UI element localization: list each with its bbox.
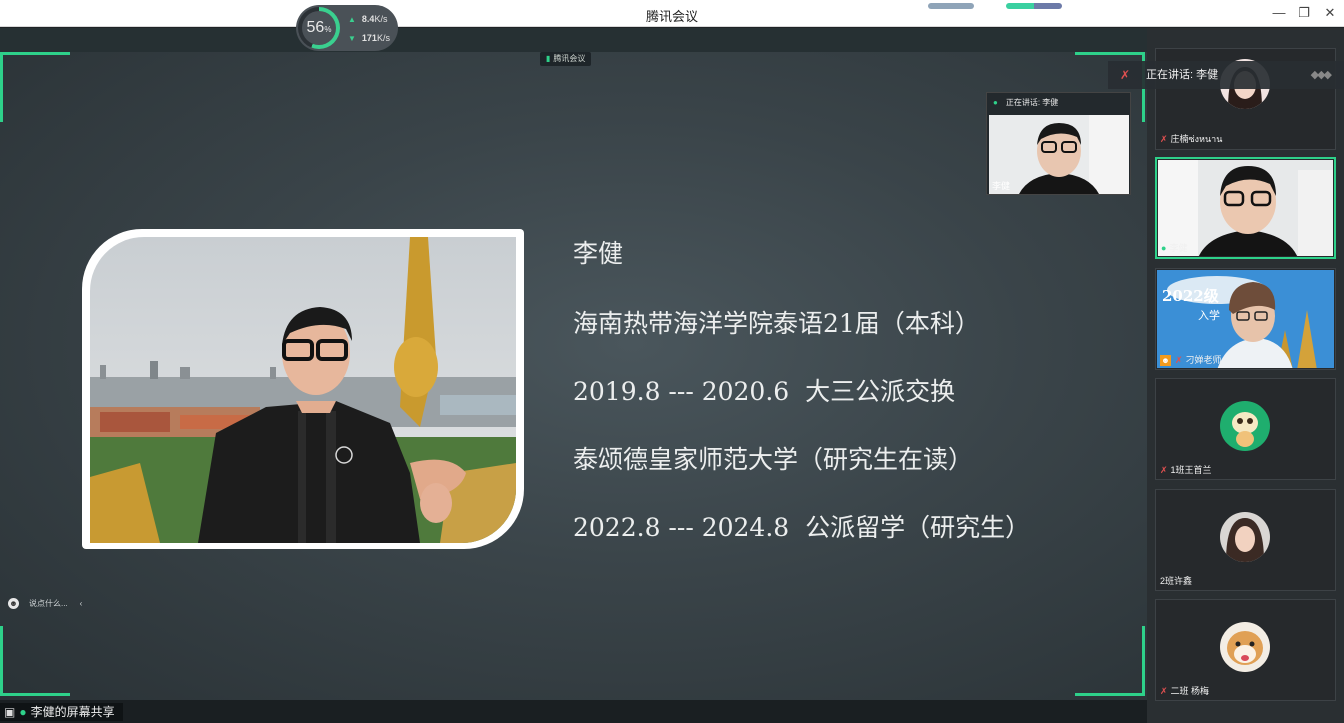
poster-title: 2022级 (1162, 287, 1219, 305)
pip-name-label: 李健 (992, 181, 1011, 191)
slide-line-study-abroad: 2022.8 --- 2024.8 公派留学（研究生） (573, 513, 1031, 542)
mic-on-icon: ● (1161, 243, 1167, 253)
participant-avatar (1220, 512, 1270, 562)
upload-unit: K/s (374, 14, 388, 24)
mic-muted-icon: ✗ (1120, 68, 1131, 82)
participant-name: 2班许鑫 (1160, 576, 1193, 586)
minimize-button[interactable]: — (1267, 3, 1291, 23)
participant-name: ✗ 二班 杨梅 (1160, 686, 1210, 696)
title-bar: 腾讯会议 — ❐ ✕ (0, 0, 1344, 27)
share-frame-corner (1075, 626, 1145, 696)
host-icon: ☻ (1160, 355, 1171, 366)
participant-name: ✗ 1班王首兰 (1160, 465, 1212, 475)
participant-tile[interactable]: ✗ 1班王首兰 (1155, 378, 1336, 480)
speaking-banner: ✗ 正在讲话: 李健 ◆◆◆ (1108, 61, 1344, 89)
cpu-usage-value: 56 (306, 19, 325, 36)
upload-arrow-icon: ▲ (348, 15, 356, 24)
share-frame-corner (0, 626, 70, 696)
chat-placeholder: 说点什么... (29, 599, 68, 608)
emoji-icon[interactable]: ☻ (8, 598, 19, 609)
meeting-tag[interactable]: ▮ 腾讯会议 (540, 52, 592, 66)
collapse-chevron-icon[interactable]: ‹ (80, 599, 83, 608)
slide-line-exchange: 2019.8 --- 2020.6 大三公派交换 (573, 377, 956, 406)
signal-icon: ▮ (546, 54, 551, 63)
participant-sidebar[interactable]: ✗ 庄楠ซ่งหนาน ● 李健 2022级 入学 ☻ ✗ 刁婵老师 ✗ 1班王… (1147, 28, 1344, 723)
upload-rate: ▲ 8.4K/s (348, 14, 387, 24)
participant-name: ● 李健 (1161, 243, 1188, 253)
mic-muted-icon: ✗ (1160, 465, 1168, 475)
bottom-bar: ▣ ● 李健的屏幕共享 (0, 700, 1147, 723)
mic-muted-icon: ✗ (1160, 134, 1168, 144)
poster-subtitle: 入学 (1198, 310, 1220, 322)
mic-level-slider[interactable] (928, 3, 974, 9)
mic-on-icon: ● (19, 705, 27, 719)
participant-avatar (1220, 622, 1270, 672)
mic-on-icon: ● (993, 98, 998, 107)
screen-share-badge[interactable]: ▣ ● 李健的屏幕共享 (0, 703, 123, 721)
more-icon[interactable]: ◆◆◆ (1311, 61, 1332, 89)
slide-photo-frame (82, 229, 524, 549)
slide-line-name: 李健 (573, 239, 624, 268)
participant-tile[interactable]: 2班许鑫 (1155, 489, 1336, 591)
download-value: 171 (361, 33, 377, 43)
participant-name: ✗ 庄楠ซ่งหนาน (1160, 134, 1223, 144)
speaker-pip-window[interactable]: ● 正在讲话: 李健 李健 (986, 92, 1131, 195)
participant-tile-active[interactable]: ● 李健 (1155, 157, 1336, 259)
screen-share-area[interactable]: 李健 海南热带海洋学院泰语21届（本科） 2019.8 --- 2020.6 大… (0, 28, 1147, 700)
slide-line-school: 海南热带海洋学院泰语21届（本科） (573, 309, 980, 338)
share-frame-corner (0, 52, 70, 122)
chat-input-hint[interactable]: ☻ 说点什么... ‹ (8, 598, 82, 609)
pip-speaking-label: 正在讲话: 李健 (1005, 98, 1059, 107)
slide-line-university: 泰颂德皇家师范大学（研究生在读） (573, 445, 974, 474)
participant-tile[interactable]: ✗ 二班 杨梅 (1155, 599, 1336, 701)
download-arrow-icon: ▼ (348, 34, 356, 43)
network-status-widget[interactable]: 56% ▲ 8.4K/s ▼ 171K/s (296, 5, 398, 51)
speaking-banner-label: 正在讲话: 李健 (1146, 69, 1219, 81)
shared-slide: 李健 海南热带海洋学院泰语21届（本科） 2019.8 --- 2020.6 大… (0, 52, 1147, 700)
screen-share-label: 李健的屏幕共享 (30, 705, 115, 719)
speaker-level-slider[interactable] (1006, 3, 1062, 9)
download-unit: K/s (376, 33, 390, 43)
cpu-usage-ring: 56% (298, 7, 340, 49)
close-button[interactable]: ✕ (1318, 3, 1342, 23)
mic-muted-icon: ✗ (1175, 355, 1183, 365)
window-title: 腾讯会议 (645, 9, 698, 24)
pip-video: 李健 (989, 115, 1129, 194)
participant-avatar (1220, 401, 1270, 451)
screen-icon: ▣ (4, 705, 16, 719)
cpu-usage-unit: % (324, 25, 332, 34)
maximize-button[interactable]: ❐ (1292, 3, 1316, 23)
participant-name: ☻ ✗ 刁婵老师 (1160, 355, 1222, 366)
meeting-tag-label: 腾讯会议 (553, 54, 586, 63)
slide-photo (90, 237, 516, 543)
upload-value: 8.4 (361, 14, 375, 24)
mic-muted-icon: ✗ (1160, 686, 1168, 696)
participant-tile[interactable]: 2022级 入学 ☻ ✗ 刁婵老师 (1155, 268, 1336, 370)
download-rate: ▼ 171K/s (348, 33, 390, 43)
